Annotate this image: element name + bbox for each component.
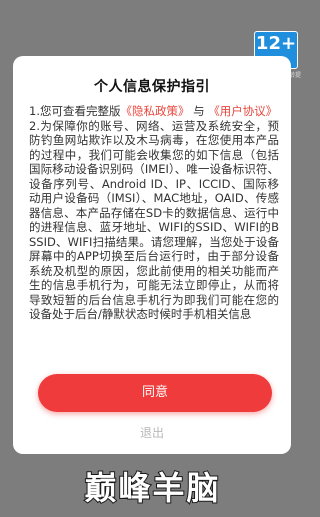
user-agreement-link[interactable]: 《用户协议》 <box>208 104 277 118</box>
body-text: 2.为保障你的账号、网络、运营及系统安全，预防钓鱼网站欺诈以及木马病毒，在您使用… <box>29 118 279 322</box>
exit-button[interactable]: 退出 <box>13 424 291 442</box>
dialog-body[interactable]: 1.您可查看完整版《隐私政策》 与 《用户协议》 2.为保障你的账号、网络、运营… <box>29 104 279 356</box>
intro-line: 1.您可查看完整版《隐私政策》 与 《用户协议》 <box>29 104 279 119</box>
age-rating-label: 12+ <box>255 33 297 54</box>
privacy-policy-link[interactable]: 《隐私政策》 <box>120 104 189 118</box>
privacy-dialog: 个人信息保护指引 1.您可查看完整版《隐私政策》 与 《用户协议》 2.为保障你… <box>13 56 291 454</box>
dialog-title: 个人信息保护指引 <box>94 79 210 95</box>
intro-prefix: 1.您可查看完整版 <box>29 104 121 118</box>
watermark-text: 巅峰羊脑 <box>83 468 221 508</box>
intro-and: 与 <box>193 104 205 118</box>
agree-button[interactable]: 同意 <box>38 374 272 412</box>
